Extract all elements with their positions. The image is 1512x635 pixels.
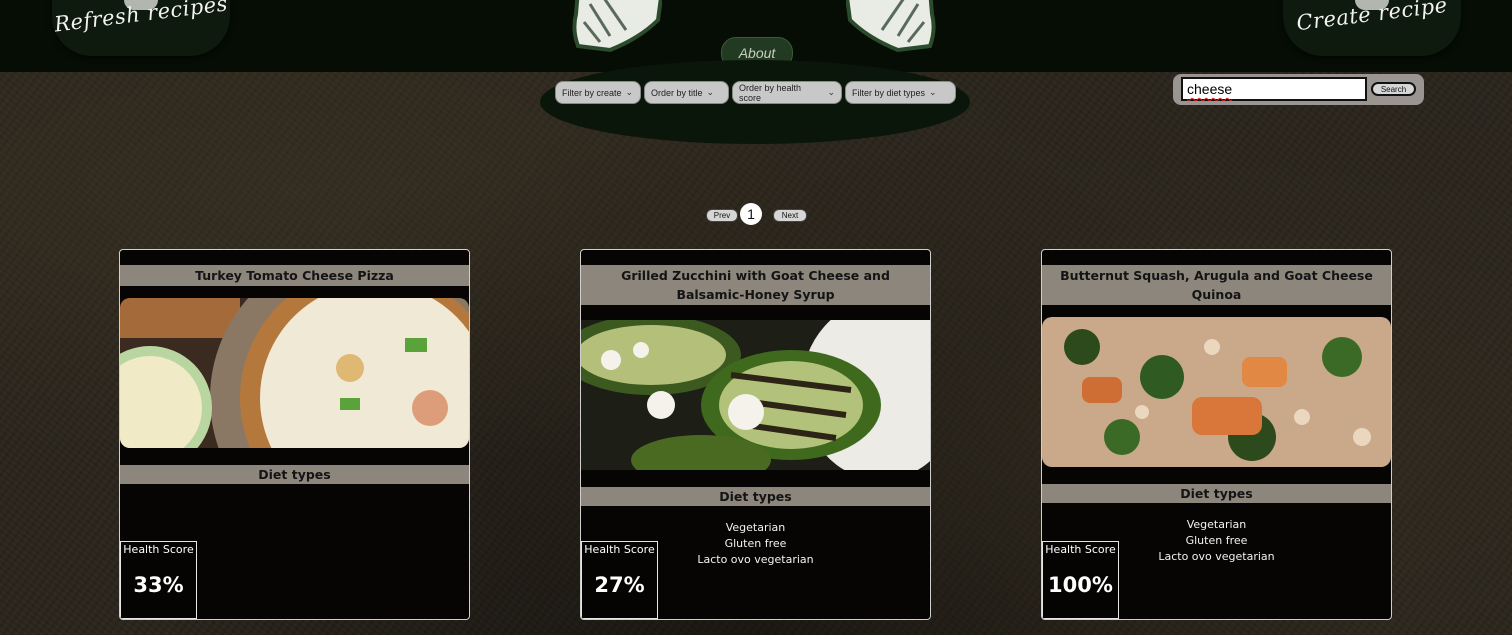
order-by-title-label: Order by title: [651, 87, 703, 98]
pagination: Prev 1 Next: [0, 203, 1512, 225]
order-by-health-score-select[interactable]: Order by health score ⌄: [732, 81, 842, 104]
recipe-title: Butternut Squash, Arugula and Goat Chees…: [1042, 265, 1391, 305]
health-score-box: Health Score 27%: [581, 541, 658, 619]
health-score-label: Health Score: [123, 543, 194, 556]
filter-by-diet-types-label: Filter by diet types: [852, 87, 926, 98]
recipe-image: [120, 298, 469, 448]
recipe-image: [1042, 317, 1391, 467]
diet-types-heading: Diet types: [1042, 484, 1391, 503]
diet-type-item: Vegetarian: [725, 521, 786, 534]
left-banner-ribbon-icon: [572, 0, 662, 53]
filter-by-create-label: Filter by create: [562, 87, 622, 98]
create-recipe-button[interactable]: Create recipe: [1283, 0, 1461, 56]
filter-by-create-select[interactable]: Filter by create ⌄: [555, 81, 641, 104]
diet-type-item: Vegetarian: [1186, 518, 1247, 531]
health-score-value: 27%: [594, 573, 645, 597]
health-score-box: Health Score 100%: [1042, 541, 1119, 619]
order-by-title-select[interactable]: Order by title ⌄: [644, 81, 729, 104]
chevron-down-icon: ⌄: [625, 87, 634, 97]
filter-by-diet-types-select[interactable]: Filter by diet types ⌄: [845, 81, 956, 104]
health-score-label: Health Score: [584, 543, 655, 556]
page-number-button[interactable]: 1: [740, 203, 762, 225]
filter-bar: Filter by create ⌄ Order by title ⌄ Orde…: [555, 81, 956, 105]
search-bar: cheese Search: [1173, 74, 1424, 105]
recipe-card[interactable]: Turkey Tomato Cheese Pizza Diet types He…: [119, 249, 470, 620]
health-score-box: Health Score 33%: [120, 541, 197, 619]
chevron-down-icon: ⌄: [827, 87, 835, 97]
right-banner-ribbon-icon: [846, 0, 936, 53]
refresh-recipes-button[interactable]: Refresh recipes: [52, 0, 230, 56]
create-recipe-label: Create recipe: [1295, 0, 1449, 36]
search-input[interactable]: cheese: [1181, 77, 1367, 101]
refresh-recipes-label: Refresh recipes: [52, 0, 230, 37]
recipe-title: Grilled Zucchini with Goat Cheese and Ba…: [581, 265, 930, 305]
order-by-health-score-label: Order by health score: [739, 82, 802, 103]
recipe-card[interactable]: Grilled Zucchini with Goat Cheese and Ba…: [580, 249, 931, 620]
recipe-image: [581, 320, 930, 470]
recipe-card[interactable]: Butternut Squash, Arugula and Goat Chees…: [1041, 249, 1392, 620]
search-button[interactable]: Search: [1371, 82, 1416, 96]
chevron-down-icon: ⌄: [706, 87, 715, 97]
diet-types-heading: Diet types: [581, 487, 930, 506]
chevron-down-icon: ⌄: [929, 87, 937, 97]
health-score-value: 100%: [1048, 573, 1113, 597]
recipe-title: Turkey Tomato Cheese Pizza: [120, 265, 469, 286]
next-page-button[interactable]: Next: [773, 209, 807, 222]
prev-page-button[interactable]: Prev: [706, 209, 738, 222]
health-score-label: Health Score: [1045, 543, 1116, 556]
diet-types-heading: Diet types: [120, 465, 469, 484]
health-score-value: 33%: [133, 573, 184, 597]
